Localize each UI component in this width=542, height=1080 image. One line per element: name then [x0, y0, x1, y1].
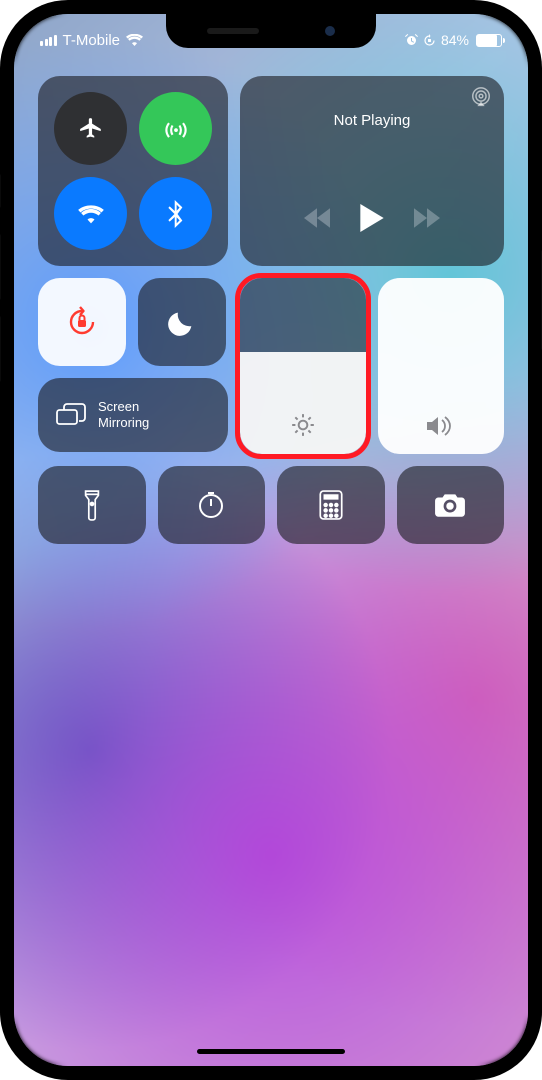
timer-icon [196, 490, 226, 520]
wifi-icon [126, 34, 143, 47]
connectivity-module[interactable] [38, 76, 228, 266]
calculator-icon [319, 490, 343, 520]
calculator-button[interactable] [277, 466, 385, 544]
play-button[interactable] [360, 204, 384, 232]
brightness-slider[interactable] [240, 278, 366, 454]
cellular-data-button[interactable] [139, 92, 212, 165]
speaker-grille [207, 28, 259, 34]
previous-track-button[interactable] [304, 208, 330, 228]
media-controls [256, 204, 488, 232]
flashlight-icon [83, 489, 101, 521]
control-center: Not Playing [14, 76, 528, 544]
home-indicator[interactable] [197, 1049, 345, 1054]
moon-icon [168, 308, 196, 336]
camera-icon [434, 492, 466, 518]
next-track-button[interactable] [414, 208, 440, 228]
wifi-icon [77, 203, 105, 225]
airplane-icon [78, 116, 104, 142]
orientation-lock-button[interactable] [38, 278, 126, 366]
phone-frame: T-Mobile 84% [0, 0, 542, 1080]
alarm-icon [405, 34, 418, 47]
cellular-signal-icon [40, 35, 57, 46]
bluetooth-button[interactable] [139, 177, 212, 250]
flashlight-button[interactable] [38, 466, 146, 544]
status-right: 84% [405, 32, 502, 48]
media-title-label: Not Playing [256, 112, 488, 129]
battery-icon [476, 34, 502, 47]
status-left: T-Mobile [40, 32, 143, 49]
screen: T-Mobile 84% [14, 14, 528, 1066]
orientation-lock-status-icon [423, 34, 436, 47]
orientation-lock-icon [64, 304, 100, 340]
volume-slider[interactable] [378, 278, 504, 454]
screen-mirroring-icon [56, 403, 86, 427]
bluetooth-icon [168, 200, 184, 228]
battery-percent-label: 84% [441, 32, 469, 48]
screen-mirroring-button[interactable]: Screen Mirroring [38, 378, 228, 452]
timer-button[interactable] [158, 466, 266, 544]
screen-mirroring-label: Screen Mirroring [98, 399, 149, 430]
notch [166, 14, 376, 48]
carrier-label: T-Mobile [63, 32, 121, 49]
volume-up-button [0, 234, 1, 300]
media-module[interactable]: Not Playing [240, 76, 504, 266]
volume-down-button [0, 316, 1, 382]
mute-switch [0, 174, 1, 208]
do-not-disturb-button[interactable] [138, 278, 226, 366]
cellular-antenna-icon [162, 115, 190, 143]
volume-icon [427, 414, 455, 438]
camera-button[interactable] [397, 466, 505, 544]
wifi-button[interactable] [54, 177, 127, 250]
brightness-icon [290, 412, 316, 438]
airplay-icon[interactable] [470, 86, 492, 108]
airplane-mode-button[interactable] [54, 92, 127, 165]
front-camera [325, 26, 335, 36]
brightness-fill [240, 352, 366, 454]
